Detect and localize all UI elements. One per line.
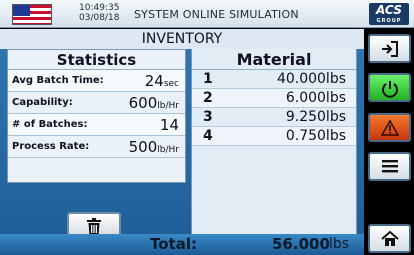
menu-icon: [381, 160, 398, 173]
statistic-row: Process Rate: 500lb/Hr: [8, 136, 185, 158]
material-heading: Material: [192, 49, 356, 70]
clock-date: 03/08/18: [79, 13, 120, 23]
statistic-label: Avg Batch Time:: [12, 75, 104, 86]
material-weight: 6.000lbs: [285, 90, 346, 106]
home-icon: [380, 230, 399, 246]
clock-time: 10:49:35: [79, 3, 120, 13]
statistic-value: 24sec: [144, 72, 179, 90]
login-button[interactable]: [368, 34, 411, 63]
power-button[interactable]: [368, 73, 411, 102]
material-panel: Material 1 40.000lbs 2 6.000lbs 3 9.250lbs 4 0.…: [191, 49, 357, 255]
material-weight: 40.000lbs: [276, 71, 346, 87]
material-weight: 0.750lbs: [285, 128, 346, 144]
statistics-heading: Statistics: [8, 50, 185, 70]
material-index: 4: [203, 128, 213, 144]
login-icon: [381, 41, 398, 57]
statistic-row: Capability: 600lb/Hr: [8, 92, 185, 114]
home-button[interactable]: [368, 224, 411, 253]
statistic-value: 500lb/Hr: [128, 138, 179, 156]
menu-button[interactable]: [368, 152, 411, 181]
clock: 10:49:35 03/08/18: [79, 3, 119, 23]
material-weight: 9.250lbs: [285, 109, 346, 125]
material-index: 3: [203, 109, 213, 125]
statistic-row: Avg Batch Time: 24sec: [8, 70, 185, 92]
statistics-panel: Statistics Avg Batch Time: 24sec Capabilit…: [7, 49, 186, 183]
statistic-value: 14: [159, 116, 179, 134]
alarm-button[interactable]: [368, 113, 411, 142]
company-logo: ACS GROUP: [369, 3, 409, 25]
material-index: 2: [203, 90, 213, 106]
top-bar: 10:49:35 03/08/18 SYSTEM ONLINE SIMULATI…: [0, 0, 414, 28]
total-value: 56.000: [272, 235, 330, 253]
alarm-icon: [380, 119, 399, 136]
material-row: 4 0.750lbs: [192, 127, 356, 146]
statistic-label: Process Rate:: [12, 141, 90, 152]
statistic-value: 600lb/Hr: [128, 94, 179, 112]
power-icon: [381, 81, 398, 98]
page-title: INVENTORY: [0, 29, 364, 49]
us-flag-icon: [12, 4, 52, 25]
total-bar: Total: 56.000 lbs: [0, 234, 364, 255]
inventory-panel: INVENTORY Statistics Avg Batch Time: 24se…: [0, 29, 364, 255]
total-unit: lbs: [329, 236, 350, 252]
total-label: Total:: [150, 235, 197, 253]
material-row: 2 6.000lbs: [192, 89, 356, 108]
material-index: 1: [203, 71, 213, 87]
statistic-row: # of Batches: 14: [8, 114, 185, 136]
material-row: 1 40.000lbs: [192, 70, 356, 89]
statistic-label: Capability:: [12, 97, 73, 108]
statistic-label: # of Batches:: [12, 119, 88, 130]
system-status-title: SYSTEM ONLINE SIMULATION: [134, 8, 299, 21]
material-row: 3 9.250lbs: [192, 108, 356, 127]
